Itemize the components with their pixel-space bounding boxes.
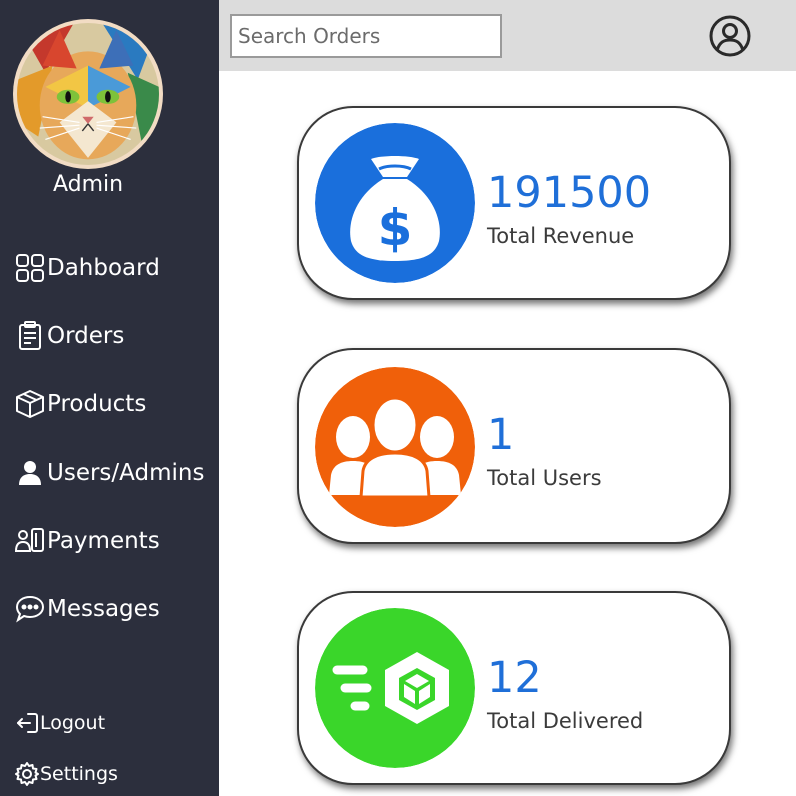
sidebar-item-users-admins[interactable]: Users/Admins — [14, 455, 204, 491]
sidebar-item-label: Dahboard — [47, 255, 160, 281]
user-name: Admin — [52, 172, 124, 197]
sidebar-item-label: Payments — [47, 528, 160, 554]
sidebar-item-label: Products — [47, 391, 147, 417]
delivered-icon-circle — [315, 608, 475, 768]
stat-card-delivered[interactable]: 12 Total Delivered — [297, 591, 731, 785]
user-icon — [19, 461, 41, 485]
revenue-label: Total Revenue — [487, 224, 635, 248]
sidebar-item-label: Orders — [47, 323, 125, 349]
delivered-value: 12 — [487, 653, 542, 703]
cat-portrait-image — [17, 23, 159, 165]
sidebar: Admin Dahboard Orders Products Users/Adm… — [0, 0, 219, 796]
sidebar-item-orders[interactable]: Orders — [14, 318, 124, 354]
sidebar-item-dashboard[interactable]: Dahboard — [14, 250, 160, 286]
stat-card-revenue[interactable]: $ 191500 Total Revenue — [297, 106, 731, 300]
revenue-icon-circle: $ — [315, 123, 475, 283]
sidebar-item-products[interactable]: Products — [14, 386, 146, 422]
grid-icon — [16, 254, 44, 282]
sidebar-item-payments[interactable]: Payments — [14, 523, 160, 559]
avatar[interactable] — [13, 19, 163, 169]
settings-label: Settings — [40, 763, 118, 785]
user-circle-icon[interactable] — [708, 14, 752, 58]
clipboard-icon — [19, 321, 41, 350]
logout-label: Logout — [40, 712, 106, 734]
search-input[interactable] — [230, 14, 502, 58]
payments-icon — [14, 528, 44, 552]
settings-button[interactable]: Settings — [14, 760, 118, 788]
sidebar-item-label: Users/Admins — [47, 460, 205, 486]
top-bar — [219, 0, 796, 71]
delivery-box-icon — [315, 608, 475, 768]
sidebar-item-label: Messages — [47, 596, 160, 622]
chat-icon — [15, 595, 45, 623]
revenue-value: 191500 — [487, 168, 652, 218]
sidebar-item-messages[interactable]: Messages — [14, 591, 160, 627]
delivered-label: Total Delivered — [487, 709, 644, 733]
users-value: 1 — [487, 410, 515, 460]
stat-card-users[interactable]: 1 Total Users — [297, 348, 731, 544]
svg-text:$: $ — [378, 199, 413, 257]
logout-button[interactable]: Logout — [14, 709, 105, 737]
users-group-icon — [315, 367, 475, 527]
users-label: Total Users — [487, 466, 602, 490]
money-bag-icon: $ — [315, 123, 475, 283]
gear-icon — [15, 762, 39, 786]
box-icon — [16, 390, 44, 418]
logout-icon — [17, 713, 38, 733]
users-icon-circle — [315, 367, 475, 527]
